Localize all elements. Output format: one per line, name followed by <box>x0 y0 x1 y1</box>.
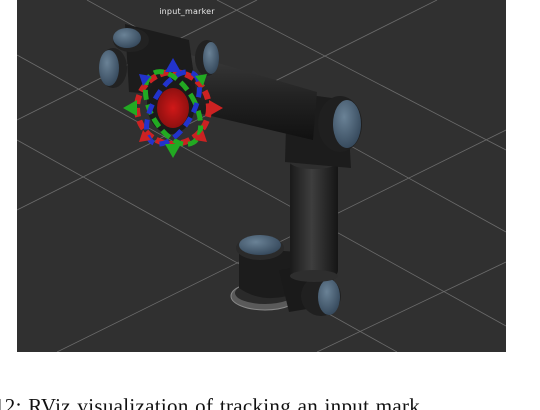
robot-arm-model[interactable] <box>99 24 362 316</box>
figure-caption: 12: RViz visualization of tracking an in… <box>0 391 540 410</box>
caption-text: 12: RViz visualization of tracking an in… <box>0 394 421 410</box>
marker-name-label: input_marker <box>159 7 215 16</box>
rviz-3d-viewport[interactable]: input_marker <box>17 0 506 352</box>
